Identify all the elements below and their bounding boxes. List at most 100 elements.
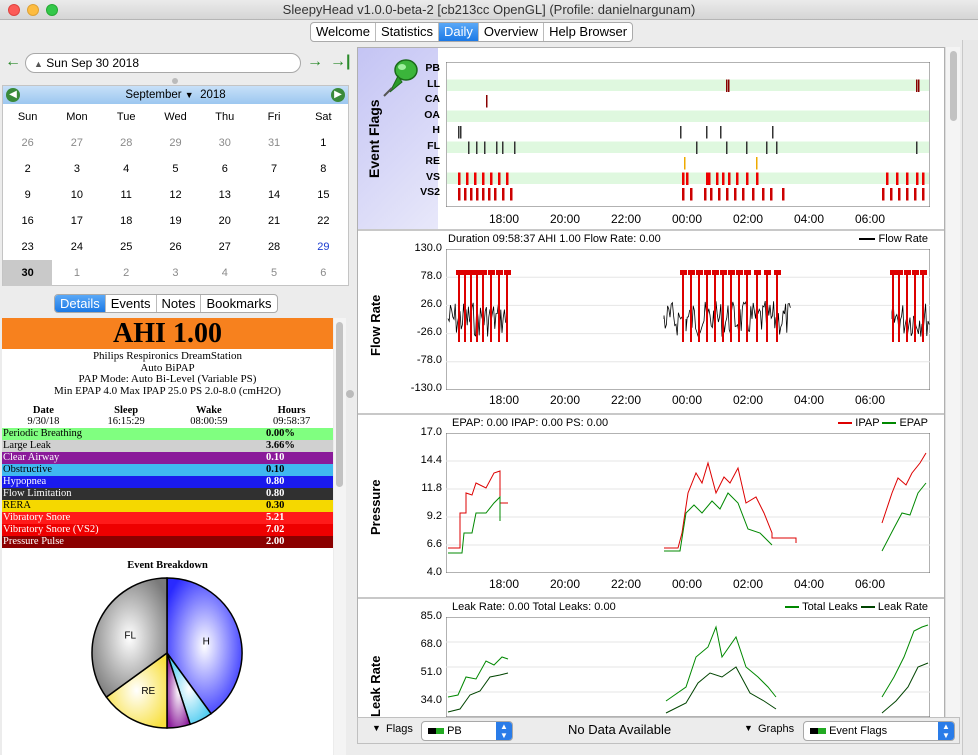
calendar-day[interactable]: 20 xyxy=(200,208,249,234)
calendar-day[interactable]: 28 xyxy=(102,130,151,156)
calendar-day[interactable]: 31 xyxy=(249,130,298,156)
event-row[interactable]: Pressure Pulse 2.00 xyxy=(2,536,333,548)
calendar-day[interactable]: 27 xyxy=(200,234,249,260)
calendar-day[interactable]: 29 xyxy=(151,130,200,156)
scrollbar-thumb[interactable] xyxy=(950,51,957,121)
graphs-select[interactable]: Event Flags ▲ ▼ xyxy=(803,721,955,741)
scrollbar-thumb[interactable] xyxy=(336,322,343,487)
calendar-day[interactable]: 21 xyxy=(249,208,298,234)
flow-rate-graph: Flow Rate Duration 09:58:37 AHI 1.00 Flo… xyxy=(358,231,944,415)
calendar-day[interactable]: 26 xyxy=(3,130,52,156)
flag-mark xyxy=(494,188,497,201)
calendar-day[interactable]: 30 xyxy=(200,130,249,156)
event-row[interactable]: RERA 0.30 xyxy=(2,500,333,512)
event-row[interactable]: Flow Limitation 0.80 xyxy=(2,488,333,500)
calendar-day[interactable]: 11 xyxy=(102,182,151,208)
zoom-window-icon[interactable] xyxy=(46,4,58,16)
x-tick-label: 20:00 xyxy=(549,577,581,591)
calendar-day[interactable]: 25 xyxy=(102,234,151,260)
event-flags-plot[interactable] xyxy=(446,62,930,207)
splitter-handle[interactable] xyxy=(172,78,178,84)
flow-rate-plot[interactable] xyxy=(446,249,930,390)
calendar-day[interactable]: 5 xyxy=(151,156,200,182)
calendar-day[interactable]: 3 xyxy=(151,260,200,286)
close-window-icon[interactable] xyxy=(8,4,20,16)
calendar-day[interactable]: 2 xyxy=(102,260,151,286)
event-value: 0.80 xyxy=(266,476,285,487)
event-row[interactable]: Hypopnea 0.80 xyxy=(2,476,333,488)
calendar-day[interactable]: 9 xyxy=(3,182,52,208)
graphs-expand-icon[interactable]: ▼ xyxy=(744,723,753,733)
next-day-button[interactable]: → xyxy=(307,53,323,71)
flag-mark xyxy=(776,141,778,154)
calendar-day[interactable]: 16 xyxy=(3,208,52,234)
calendar-day[interactable]: 27 xyxy=(52,130,101,156)
calendar-day[interactable]: 4 xyxy=(200,260,249,286)
flags-select[interactable]: PB ▲ ▼ xyxy=(421,721,513,741)
tab-notes[interactable]: Notes xyxy=(157,295,202,312)
flags-expand-icon[interactable]: ▼ xyxy=(372,723,381,733)
minimize-window-icon[interactable] xyxy=(27,4,39,16)
event-row[interactable]: Periodic Breathing 0.00% xyxy=(2,428,333,440)
graphs-scrollbar[interactable] xyxy=(945,47,960,717)
flag-row-label: H xyxy=(432,124,440,136)
calendar-month[interactable]: September xyxy=(125,89,181,101)
tab-bookmarks[interactable]: Bookmarks xyxy=(201,295,276,312)
event-overlay xyxy=(914,272,916,342)
calendar-day[interactable]: 6 xyxy=(200,156,249,182)
pressure-plot[interactable] xyxy=(446,433,930,573)
main-tab-bar: Welcome Statistics Daily Overview Help B… xyxy=(310,22,634,42)
graphs-select-value: Event Flags xyxy=(829,725,888,737)
calendar-day[interactable]: 28 xyxy=(249,234,298,260)
tab-events[interactable]: Events xyxy=(106,295,157,312)
calendar-day[interactable]: 4 xyxy=(102,156,151,182)
splitter-handle-vertical[interactable] xyxy=(346,390,354,398)
calendar-day[interactable]: 5 xyxy=(249,260,298,286)
tab-overview[interactable]: Overview xyxy=(479,23,545,41)
calendar-day[interactable]: 1 xyxy=(52,260,101,286)
calendar-day[interactable]: 2 xyxy=(3,156,52,182)
event-row[interactable]: Vibratory Snore (VS2) 7.02 xyxy=(2,524,333,536)
next-month-icon[interactable]: ▶ xyxy=(331,88,345,102)
tab-daily[interactable]: Daily xyxy=(438,23,479,41)
calendar-day[interactable]: 7 xyxy=(249,156,298,182)
event-row[interactable]: Clear Airway 0.10 xyxy=(2,452,333,464)
calendar-day[interactable]: 6 xyxy=(299,260,348,286)
pressure-graph: Pressure EPAP: 0.00 IPAP: 0.00 PS: 0.00 … xyxy=(358,415,944,599)
calendar-day[interactable]: 19 xyxy=(151,208,200,234)
calendar-day[interactable]: 14 xyxy=(249,182,298,208)
leak-rate-plot[interactable] xyxy=(446,617,930,717)
calendar-day[interactable]: 15 xyxy=(299,182,348,208)
tab-statistics[interactable]: Statistics xyxy=(376,23,439,41)
event-overlay-cap xyxy=(774,270,781,275)
previous-day-button[interactable]: ← xyxy=(5,53,21,71)
tab-details[interactable]: Details xyxy=(55,295,106,312)
last-day-button[interactable]: →| xyxy=(330,53,350,71)
calendar-day[interactable]: 12 xyxy=(151,182,200,208)
calendar-day[interactable]: 3 xyxy=(52,156,101,182)
calendar-day[interactable]: 13 xyxy=(200,182,249,208)
tab-help-browser[interactable]: Help Browser xyxy=(544,23,632,41)
event-row[interactable]: Vibratory Snore 5.21 xyxy=(2,512,333,524)
calendar-day[interactable]: 8 xyxy=(299,156,348,182)
calendar-year[interactable]: 2018 xyxy=(200,89,226,101)
month-dropdown-icon[interactable]: ▼ xyxy=(185,90,194,100)
calendar-day[interactable]: 22 xyxy=(299,208,348,234)
previous-month-icon[interactable]: ◀ xyxy=(6,88,20,102)
calendar-day[interactable]: 26 xyxy=(151,234,200,260)
date-selector[interactable]: ▲ Sun Sep 30 2018 xyxy=(25,53,301,73)
flag-mark xyxy=(734,188,737,201)
calendar-day[interactable]: 30 xyxy=(3,260,53,286)
calendar-day[interactable]: 1 xyxy=(299,130,348,156)
calendar-day[interactable]: 29 xyxy=(299,234,348,260)
calendar-day[interactable]: 24 xyxy=(52,234,101,260)
calendar-day[interactable]: 18 xyxy=(102,208,151,234)
calendar-day[interactable]: 10 xyxy=(52,182,101,208)
event-row[interactable]: Large Leak 3.66% xyxy=(2,440,333,452)
calendar-day[interactable]: 23 xyxy=(3,234,52,260)
details-scrollbar[interactable] xyxy=(334,318,346,755)
event-overlay xyxy=(458,272,460,342)
tab-welcome[interactable]: Welcome xyxy=(311,23,376,41)
calendar-day[interactable]: 17 xyxy=(52,208,101,234)
event-row[interactable]: Obstructive 0.10 xyxy=(2,464,333,476)
